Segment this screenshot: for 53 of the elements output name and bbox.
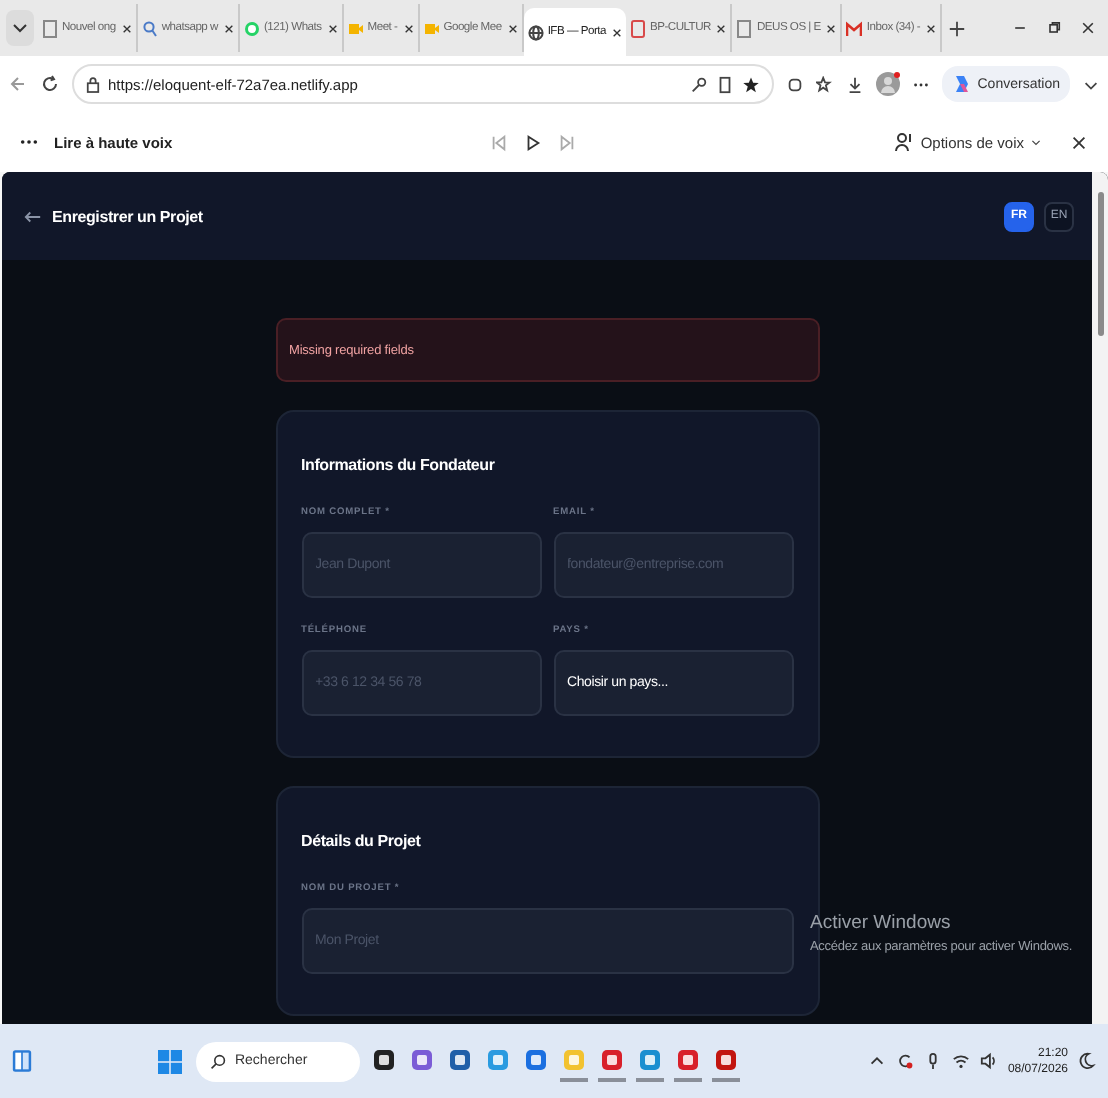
activation-title: Activer Windows	[810, 912, 951, 934]
microphone-icon[interactable]	[923, 1052, 942, 1070]
widgets-icon[interactable]	[12, 1048, 32, 1074]
wifi-icon[interactable]	[951, 1052, 970, 1070]
chevron-down-icon	[1030, 136, 1043, 148]
close-icon[interactable]	[826, 23, 837, 33]
close-icon[interactable]	[403, 23, 414, 33]
close-icon[interactable]	[223, 23, 234, 33]
play-icon[interactable]	[524, 133, 543, 151]
back-icon[interactable]	[8, 74, 28, 94]
extensions-icon[interactable]	[785, 75, 804, 93]
star-icon[interactable]	[741, 75, 760, 93]
close-icon[interactable]	[121, 23, 132, 33]
chat-icon	[243, 19, 260, 37]
favorites-icon[interactable]	[815, 75, 834, 93]
document-icon	[629, 19, 646, 37]
search-icon	[210, 1053, 227, 1069]
page-icon	[42, 19, 58, 37]
close-icon[interactable]	[1070, 133, 1089, 151]
close-icon[interactable]	[926, 23, 937, 33]
camera-icon	[423, 19, 440, 37]
scrollbar[interactable]	[1092, 172, 1108, 1024]
start-icon[interactable]	[158, 1049, 183, 1073]
close-icon[interactable]	[507, 23, 518, 33]
close-icon[interactable]	[716, 23, 727, 33]
sync-icon[interactable]	[895, 1052, 914, 1070]
refresh-icon[interactable]	[40, 74, 60, 94]
close-icon[interactable]	[611, 27, 622, 37]
key-icon[interactable]	[689, 75, 708, 93]
mail-icon	[846, 19, 863, 37]
reader-icon[interactable]	[715, 75, 734, 93]
new-tab-icon[interactable]	[948, 19, 967, 37]
search-icon	[141, 19, 158, 37]
download-icon[interactable]	[845, 75, 864, 93]
section-title: Détails du Projet	[301, 832, 423, 850]
volume-icon[interactable]	[979, 1052, 998, 1070]
tab-list-icon[interactable]	[6, 10, 34, 46]
voice-icon	[894, 132, 915, 152]
close-icon[interactable]	[1080, 20, 1096, 36]
back-arrow-icon[interactable]	[24, 207, 42, 225]
moon-icon[interactable]	[1078, 1052, 1096, 1070]
sparkle-icon	[951, 74, 972, 94]
lock-icon	[86, 75, 100, 93]
restore-icon[interactable]	[1046, 20, 1062, 36]
globe-icon	[527, 23, 544, 41]
page-icon	[736, 19, 753, 37]
close-icon[interactable]	[327, 23, 338, 33]
page-title: Enregistrer un Projet	[52, 207, 203, 225]
camera-icon	[347, 19, 364, 37]
chevron-up-icon[interactable]	[867, 1052, 886, 1070]
avatar-icon[interactable]	[875, 72, 900, 96]
more-icon[interactable]	[20, 138, 38, 146]
section-title: Informations du Fondateur	[301, 456, 497, 474]
